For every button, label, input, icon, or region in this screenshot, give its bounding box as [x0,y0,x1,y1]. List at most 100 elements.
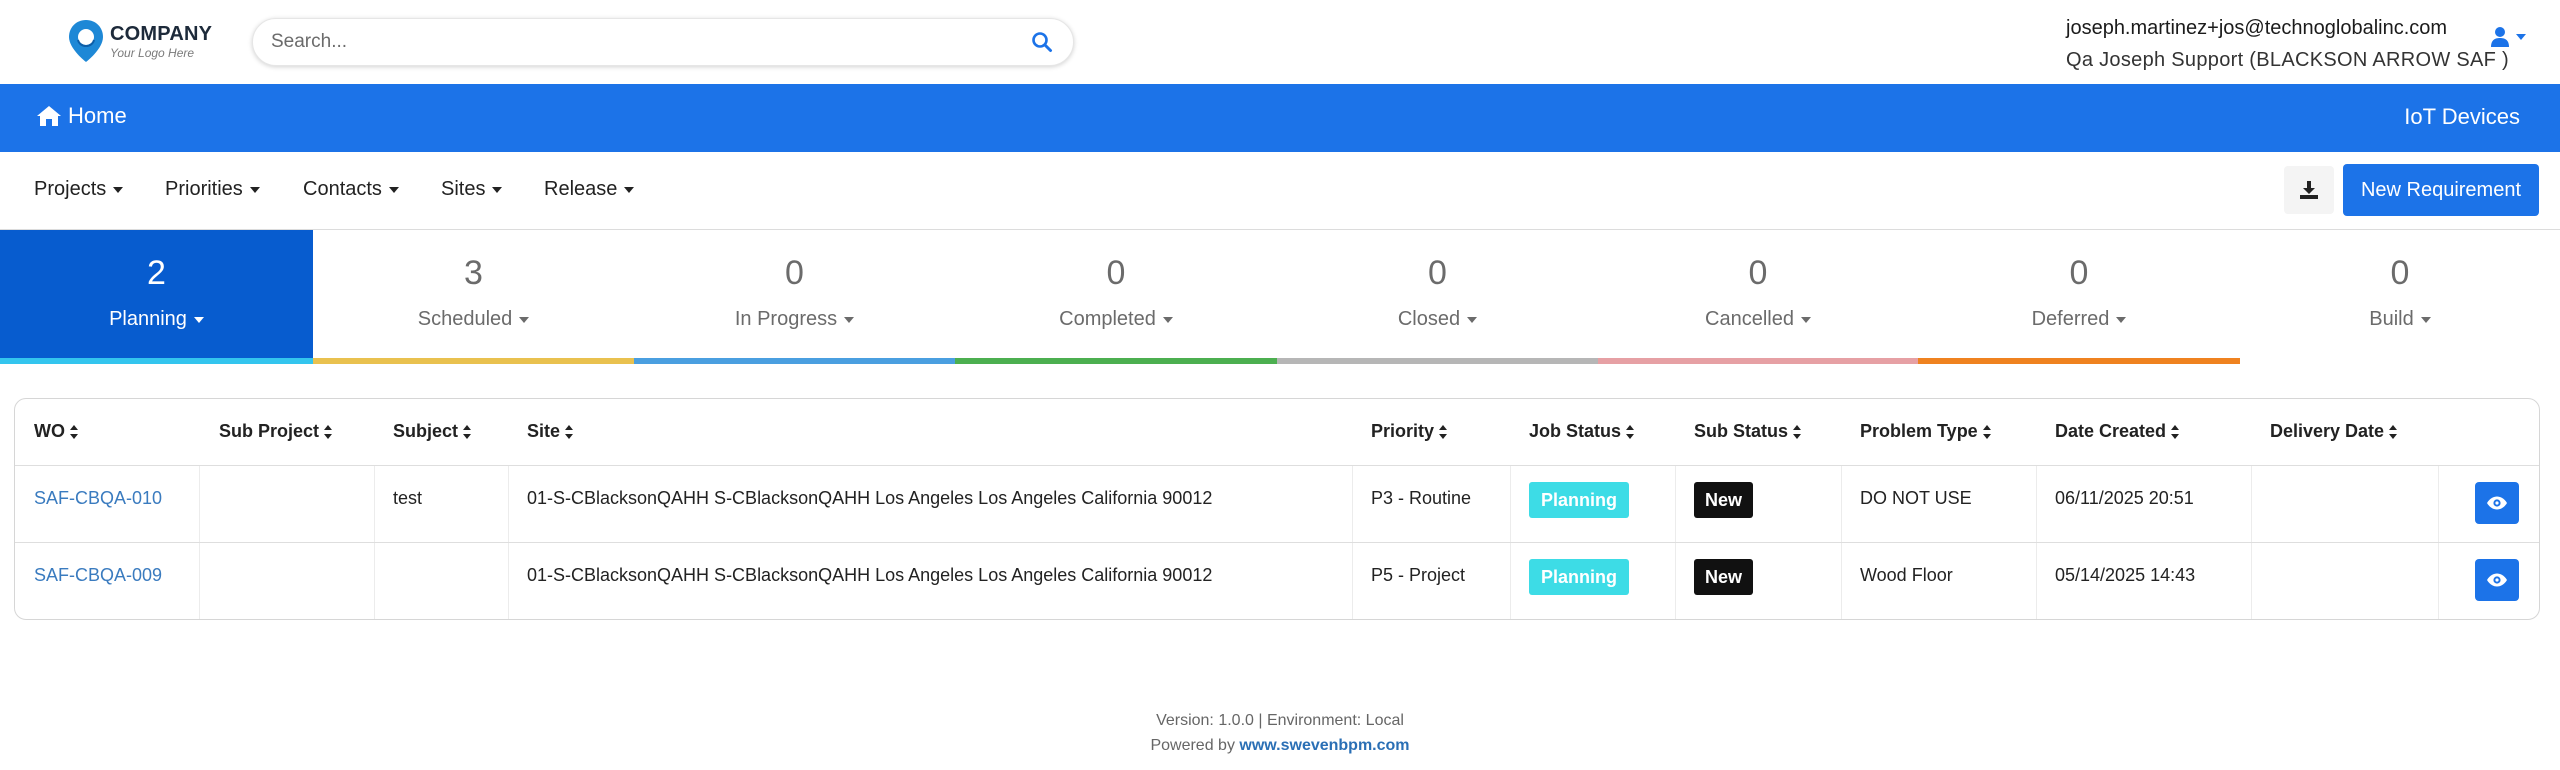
sort-icon [1793,424,1802,439]
caret-down-icon [249,186,260,193]
column-header-date-created[interactable]: Date Created [2055,421,2180,442]
new-requirement-button[interactable]: New Requirement [2343,164,2539,216]
column-header-sub-status[interactable]: Sub Status [1694,421,1802,442]
tile-stripe [1918,358,2240,364]
tile-scheduled[interactable]: 3 Scheduled [313,230,634,364]
caret-down-icon [2420,316,2431,323]
date-created-cell: 05/14/2025 14:43 [2055,565,2196,585]
tile-closed[interactable]: 0 Closed [1277,230,1598,364]
column-divider [374,543,375,619]
column-header-subject[interactable]: Subject [393,421,472,442]
column-divider [508,466,509,542]
column-header-label: WO [34,421,65,441]
tile-count: 0 [1106,254,1126,292]
menu-contacts[interactable]: Contacts [303,178,399,201]
column-header-label: Problem Type [1860,421,1978,441]
tile-stripe [1598,358,1918,364]
column-divider [2036,543,2037,619]
user-info: joseph.martinez+jos@technoglobalinc.com … [2066,12,2509,76]
tile-cancelled[interactable]: 0 Cancelled [1598,230,1918,364]
column-header-label: Delivery Date [2270,421,2385,441]
tile-stripe [955,358,1277,364]
column-divider [199,466,200,542]
tile-planning[interactable]: 2 Planning [0,230,313,364]
caret-down-icon [113,186,124,193]
menu-projects[interactable]: Projects [34,178,124,201]
caret-down-icon [388,186,399,193]
column-divider [2438,466,2439,542]
user-icon [2491,27,2509,47]
caret-down-icon [193,316,204,323]
company-logo[interactable]: COMPANY Your Logo Here [66,18,212,64]
tile-stripe [1277,358,1598,364]
column-header-sub-project[interactable]: Sub Project [219,421,333,442]
tile-count: 3 [464,254,483,292]
sort-icon [463,424,472,439]
column-header-problem-type[interactable]: Problem Type [1860,421,1992,442]
column-divider [1352,466,1353,542]
column-header-site[interactable]: Site [527,421,574,442]
tile-deferred[interactable]: 0 Deferred [1918,230,2240,364]
column-header-delivery-date[interactable]: Delivery Date [2270,421,2398,442]
column-header-priority[interactable]: Priority [1371,421,1448,442]
caret-down-icon [1162,316,1173,323]
home-link[interactable]: Home [36,103,127,129]
wo-link[interactable]: SAF-CBQA-010 [34,488,162,509]
view-button[interactable] [2475,482,2519,524]
menu-priorities[interactable]: Priorities [165,178,260,201]
user-menu-button[interactable] [2490,26,2526,48]
menu-sites[interactable]: Sites [441,178,503,201]
version-info: Version: 1.0.0 | Environment: Local [1156,712,1404,729]
view-button[interactable] [2475,559,2519,601]
powered-by: Powered by www.swevenbpm.com [0,733,2560,758]
page-footer: Version: 1.0.0 | Environment: Local Powe… [0,708,2560,758]
job-status-badge: Planning [1529,559,1629,595]
tile-label: Planning [109,308,187,330]
column-header-wo[interactable]: WO [34,421,79,442]
eye-icon [2487,573,2507,587]
search-icon[interactable] [1031,31,1053,53]
download-button[interactable] [2284,166,2334,214]
tile-label: Deferred [2031,308,2110,330]
tile-completed[interactable]: 0 Completed [955,230,1277,364]
tile-label: Build [2369,308,2414,330]
date-created-cell: 06/11/2025 20:51 [2055,488,2194,508]
sort-icon [2171,424,2180,439]
tile-count: 0 [785,254,804,292]
top-header: COMPANY Your Logo Here joseph.martinez+j… [0,0,2560,84]
tile-label: Closed [1397,308,1461,330]
caret-down-icon [519,316,530,323]
job-status-badge: Planning [1529,482,1629,518]
search-input[interactable] [271,19,1011,65]
menu-priorities-label: Priorities [165,178,243,200]
column-divider [2438,543,2439,619]
caret-down-icon [1800,316,1811,323]
tile-count: 2 [147,254,166,292]
column-header-label: Subject [393,421,459,441]
column-divider [1510,543,1511,619]
menu-sites-label: Sites [441,178,486,200]
sort-icon [1982,424,1992,439]
tile-count: 0 [1428,254,1447,292]
sort-icon [2389,424,2398,439]
subject-cell: test [393,488,423,508]
caret-down-icon [624,186,635,193]
tile-build[interactable]: 0 Build [2240,230,2560,364]
powered-by-link[interactable]: www.swevenbpm.com [1239,737,1409,754]
tile-in-progress[interactable]: 0 In Progress [634,230,955,364]
caret-down-icon [844,316,855,323]
column-divider [1675,466,1676,542]
eye-icon [2487,496,2507,510]
tile-count: 0 [2390,254,2410,292]
user-email: joseph.martinez+jos@technoglobalinc.com [2066,17,2448,39]
column-divider [1841,543,1842,619]
home-label: Home [68,103,127,128]
menu-release[interactable]: Release [544,178,635,201]
menu-bar: Projects Priorities Contacts Sites Relea… [0,152,2560,230]
column-header-job-status[interactable]: Job Status [1529,421,1635,442]
column-header-label: Priority [1371,421,1435,441]
iot-devices-link[interactable]: IoT Devices [2404,104,2520,130]
column-header-label: Date Created [2055,421,2167,441]
wo-link[interactable]: SAF-CBQA-009 [34,565,162,586]
column-divider [1510,466,1511,542]
